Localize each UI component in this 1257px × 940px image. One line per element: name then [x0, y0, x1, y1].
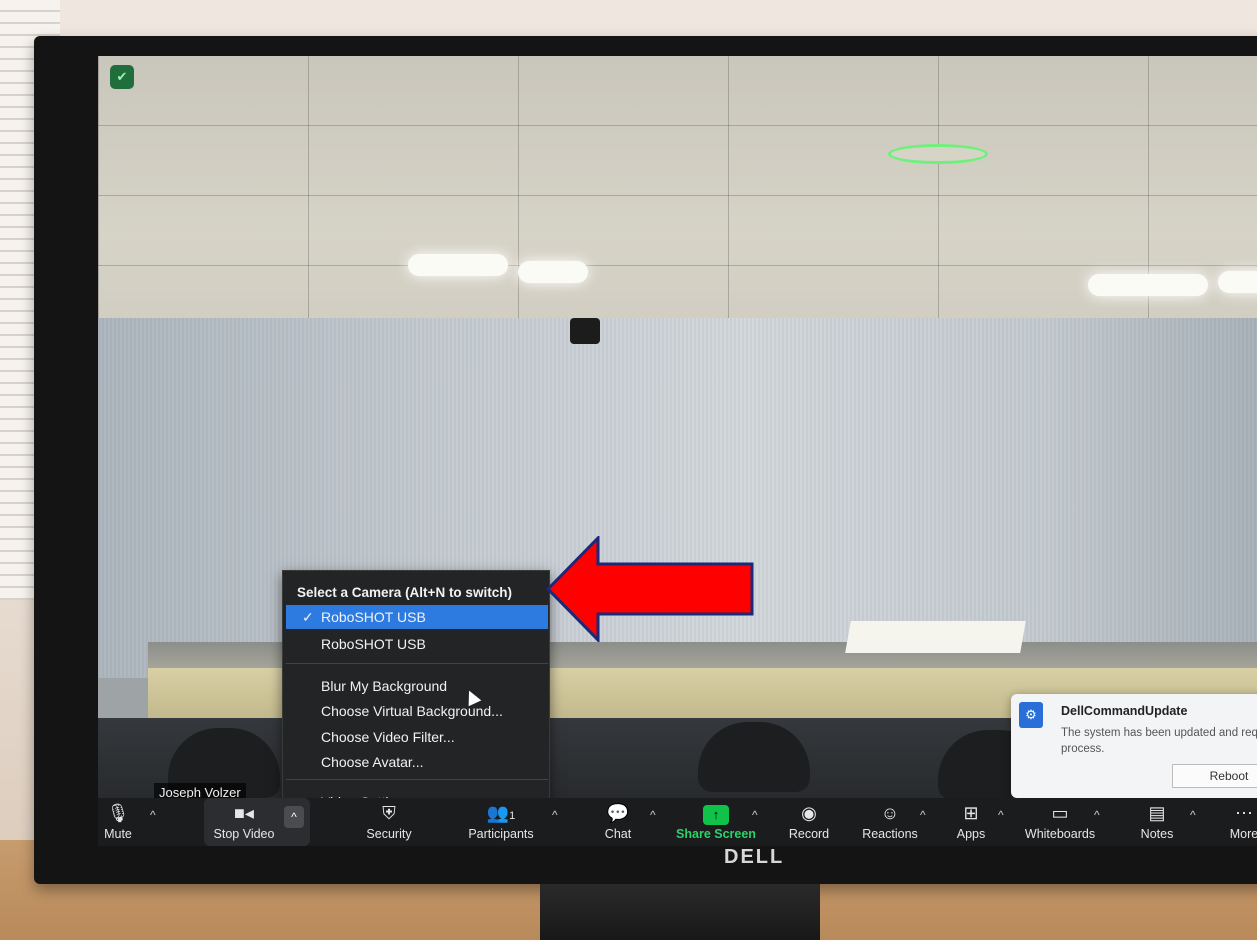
ceiling-lamp: [518, 261, 588, 283]
apps-options-caret[interactable]: ^: [998, 808, 1004, 822]
mute-options-caret[interactable]: ^: [150, 808, 156, 822]
share-screen-button[interactable]: ↑ Share Screen: [676, 801, 756, 841]
mute-button[interactable]: 🎙 Mute: [100, 801, 136, 841]
camera-option-label: RoboSHOT USB: [321, 636, 426, 652]
menu-divider: [286, 663, 548, 664]
ceiling-lamp: [1088, 274, 1208, 296]
reboot-button[interactable]: Reboot: [1172, 764, 1257, 788]
monitor-stand: [540, 884, 820, 940]
ceiling-lamp: [1218, 271, 1257, 293]
paper-on-shelf: [845, 621, 1026, 653]
reactions-icon: ☺: [880, 803, 900, 823]
check-icon: ✓: [302, 609, 314, 625]
share-options-caret[interactable]: ^: [752, 808, 758, 822]
video-options-caret[interactable]: ^: [284, 806, 304, 828]
participants-icon: 👥1: [486, 803, 516, 823]
camera-select-menu: Select a Camera (Alt+N to switch) ✓ Robo…: [282, 570, 550, 822]
security-button[interactable]: ⛨ Security: [362, 801, 416, 841]
record-button[interactable]: ◉ Record: [788, 801, 830, 841]
red-annotation-arrow: [546, 536, 754, 642]
reactions-button[interactable]: ☺ Reactions: [862, 801, 918, 841]
notification-title: DellCommandUpdate: [1061, 704, 1188, 718]
chat-options-caret[interactable]: ^: [650, 808, 656, 822]
chair: [698, 722, 810, 792]
ceiling-lamp: [408, 254, 508, 276]
camera-option-label: RoboSHOT USB: [321, 609, 426, 625]
wall-camera: [570, 318, 600, 344]
record-icon: ◉: [801, 803, 817, 823]
dell-update-icon: ⚙: [1019, 702, 1043, 728]
apps-button[interactable]: ⊞ Apps: [956, 801, 986, 841]
monitor: ✔ Joseph Volzer Select a Camera (Alt+N t…: [34, 36, 1257, 884]
menu-title: Select a Camera (Alt+N to switch): [297, 585, 512, 600]
camera-option-2[interactable]: RoboSHOT USB: [286, 632, 548, 707]
notification-body: The system has been updated and requires…: [1061, 727, 1257, 755]
menu-choose-avatar[interactable]: Choose Avatar...: [286, 750, 548, 774]
more-button[interactable]: ⋯ More: [1226, 801, 1257, 841]
notes-icon: ▤: [1148, 803, 1166, 823]
reactions-options-caret[interactable]: ^: [920, 808, 926, 822]
more-dots-icon: ⋯: [1235, 803, 1253, 823]
shield-icon: ⛨: [382, 803, 396, 823]
participants-options-caret[interactable]: ^: [552, 808, 558, 822]
dell-logo: DELL: [724, 846, 785, 868]
notes-options-caret[interactable]: ^: [1190, 808, 1196, 822]
microphone-icon: 🎙: [106, 803, 130, 823]
whiteboards-options-caret[interactable]: ^: [1094, 808, 1100, 822]
video-camera-icon: ■◂: [234, 803, 254, 823]
chat-button[interactable]: 💬 Chat: [600, 801, 636, 841]
menu-blur-background[interactable]: Blur My Background: [286, 674, 548, 698]
ceiling-sensor-light: [888, 144, 988, 164]
chat-bubble-icon: 💬: [606, 803, 630, 823]
arrow-shape: [546, 536, 754, 642]
apps-icon: ⊞: [963, 803, 979, 823]
menu-divider: [286, 779, 548, 780]
encryption-shield-icon[interactable]: ✔: [110, 65, 134, 89]
whiteboards-button[interactable]: ▭ Whiteboards: [1024, 801, 1096, 841]
whiteboard-icon: ▭: [1051, 803, 1069, 823]
participants-button[interactable]: 👥1 Participants: [464, 801, 538, 841]
menu-video-filter[interactable]: Choose Video Filter...: [286, 725, 548, 749]
dell-update-notification: ⚙ DellCommandUpdate The system has been …: [1011, 694, 1257, 798]
camera-option-1[interactable]: ✓ RoboSHOT USB: [286, 605, 548, 629]
share-screen-icon: ↑: [703, 805, 729, 825]
stop-video-button[interactable]: ■◂ Stop Video: [208, 801, 280, 841]
zoom-window: ✔ Joseph Volzer Select a Camera (Alt+N t…: [98, 56, 1257, 846]
video-ceiling: [98, 56, 1257, 356]
notes-button[interactable]: ▤ Notes: [1138, 801, 1176, 841]
menu-virtual-background[interactable]: Choose Virtual Background...: [286, 699, 548, 723]
meeting-toolbar: 🎙 Mute ^ ■◂ Stop Video ^ ⛨ Security 👥1 P…: [98, 798, 1257, 846]
